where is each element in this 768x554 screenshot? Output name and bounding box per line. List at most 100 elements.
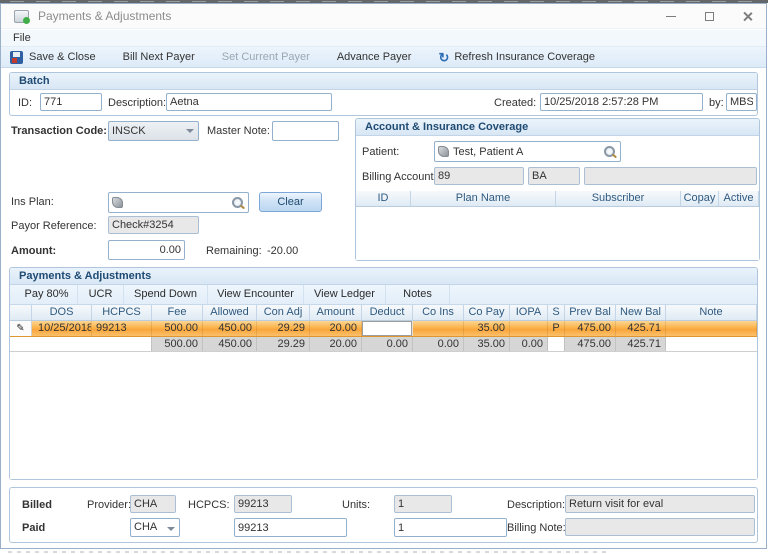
notes-button[interactable]: Notes (386, 285, 450, 304)
column-co-pay[interactable]: Co Pay (464, 305, 510, 320)
transaction-code-dropdown[interactable]: INSCK (108, 121, 199, 141)
totals-indicator (10, 337, 32, 351)
totals-row: 500.00 450.00 29.29 20.00 0.00 0.00 35.0… (10, 337, 757, 352)
cell-dos[interactable]: 10/25/2018 (32, 321, 92, 336)
save-close-button[interactable]: Save & Close (29, 51, 96, 63)
cell-co-pay[interactable]: 35.00 (464, 321, 510, 336)
cell-note[interactable] (666, 321, 757, 336)
paid-hcpcs-field[interactable] (234, 518, 347, 537)
cell-new-bal[interactable]: 425.71 (616, 321, 666, 336)
batch-created-field[interactable] (540, 93, 703, 111)
column-hcpcs[interactable]: HCPCS (92, 305, 152, 320)
background-window-bottom-strip (0, 549, 768, 554)
transaction-code-label: Transaction Code: (11, 125, 107, 137)
column-prev-bal[interactable]: Prev Bal (565, 305, 616, 320)
column-note[interactable]: Note (666, 305, 757, 320)
totals-s (548, 337, 565, 351)
billed-units-label: Units: (342, 499, 371, 511)
minimize-button[interactable] (652, 4, 690, 29)
column-dos[interactable]: DOS (32, 305, 92, 320)
patient-combo[interactable] (434, 141, 621, 162)
master-note-label: Master Note: (207, 125, 270, 137)
paid-provider-dropdown[interactable]: CHA (130, 518, 180, 537)
batch-group: Batch ID: Description: Created: by: (9, 72, 758, 116)
batch-id-field[interactable] (40, 93, 102, 111)
title-bar: Payments & Adjustments (1, 4, 766, 29)
billing-account-code-field: BA (528, 167, 580, 185)
insurance-column-plan-name[interactable]: Plan Name (411, 191, 556, 206)
column-allowed[interactable]: Allowed (203, 305, 257, 320)
column-amount[interactable]: Amount (310, 305, 362, 320)
column-co-ins[interactable]: Co Ins (413, 305, 464, 320)
window-title: Payments & Adjustments (38, 9, 172, 23)
cell-co-ins[interactable] (413, 321, 464, 336)
cell-hcpcs[interactable]: 99213 (92, 321, 152, 336)
batch-by-field[interactable] (726, 93, 757, 111)
cell-prev-bal[interactable]: 475.00 (565, 321, 616, 336)
maximize-button[interactable] (690, 4, 728, 29)
batch-description-field[interactable] (166, 93, 332, 111)
cell-con-adj[interactable]: 29.29 (257, 321, 310, 336)
billing-account-id-field: 89 (434, 167, 524, 185)
account-insurance-header: Account & Insurance Coverage (356, 119, 759, 136)
totals-deduct: 0.00 (362, 337, 413, 351)
paid-units-field[interactable] (394, 518, 507, 537)
cell-allowed[interactable]: 450.00 (203, 321, 257, 336)
toolbar: Save & Close Bill Next Payer Set Current… (1, 47, 766, 68)
cell-iopa[interactable] (510, 321, 548, 336)
totals-co-pay: 35.00 (464, 337, 510, 351)
cell-fee[interactable]: 500.00 (152, 321, 203, 336)
column-iopa[interactable]: IOPA (510, 305, 548, 320)
cell-deduct-editing[interactable] (362, 321, 413, 336)
account-insurance-group: Account & Insurance Coverage Patient: Bi… (355, 118, 760, 261)
amount-field[interactable] (108, 240, 185, 260)
ins-plan-input[interactable] (127, 196, 231, 209)
spend-down-button[interactable]: Spend Down (124, 285, 208, 304)
column-s[interactable]: S (548, 305, 565, 320)
advance-payer-button[interactable]: Advance Payer (337, 51, 412, 63)
payor-reference-label: Payor Reference: (11, 220, 97, 232)
close-button[interactable] (728, 4, 766, 29)
grid-corner-cell (10, 305, 32, 320)
save-icon (10, 50, 23, 64)
patient-input[interactable] (453, 145, 603, 158)
bill-next-payer-button[interactable]: Bill Next Payer (123, 51, 195, 63)
master-note-field[interactable] (272, 121, 339, 141)
column-con-adj[interactable]: Con Adj (257, 305, 310, 320)
payment-row-selected[interactable]: ✎ 10/25/2018 99213 500.00 450.00 29.29 2… (10, 321, 757, 337)
screen: Payments & Adjustments File Save & Close… (0, 0, 768, 554)
app-icon (14, 9, 30, 24)
menu-bar: File (1, 30, 766, 47)
minimize-icon (666, 16, 676, 17)
cell-amount[interactable]: 20.00 (310, 321, 362, 336)
ins-plan-combo[interactable] (108, 192, 249, 213)
totals-note (666, 337, 757, 351)
cell-s[interactable]: P (548, 321, 565, 336)
clear-button[interactable]: Clear (259, 192, 322, 212)
column-fee[interactable]: Fee (152, 305, 203, 320)
search-icon[interactable] (603, 145, 617, 159)
billed-description-label: Description: (507, 499, 566, 511)
patient-icon (438, 146, 449, 157)
insurance-column-id[interactable]: ID (356, 191, 411, 206)
column-deduct[interactable]: Deduct (362, 305, 413, 320)
view-ledger-button[interactable]: View Ledger (304, 285, 386, 304)
search-icon[interactable] (231, 196, 245, 210)
billed-description-field: Return visit for eval (565, 495, 755, 513)
pay-80-button[interactable]: Pay 80% (16, 285, 78, 304)
set-current-payer-button[interactable]: Set Current Payer (222, 51, 310, 63)
view-encounter-button[interactable]: View Encounter (208, 285, 304, 304)
payments-action-bar: Pay 80% UCR Spend Down View Encounter Vi… (10, 285, 757, 305)
ucr-button[interactable]: UCR (78, 285, 124, 304)
column-new-bal[interactable]: New Bal (616, 305, 666, 320)
insurance-grid-header: ID Plan Name Subscriber Copay Active (356, 191, 759, 207)
billing-account-label: Billing Account: (362, 171, 437, 183)
insurance-column-subscriber[interactable]: Subscriber (556, 191, 681, 206)
menu-file[interactable]: File (9, 32, 35, 44)
chevron-down-icon (186, 129, 194, 133)
billed-hcpcs-field: 99213 (234, 495, 292, 513)
insurance-column-active[interactable]: Active (719, 191, 759, 206)
batch-by-label: by: (709, 97, 724, 109)
refresh-insurance-button[interactable]: Refresh Insurance Coverage (454, 51, 595, 63)
insurance-column-copay[interactable]: Copay (681, 191, 719, 206)
